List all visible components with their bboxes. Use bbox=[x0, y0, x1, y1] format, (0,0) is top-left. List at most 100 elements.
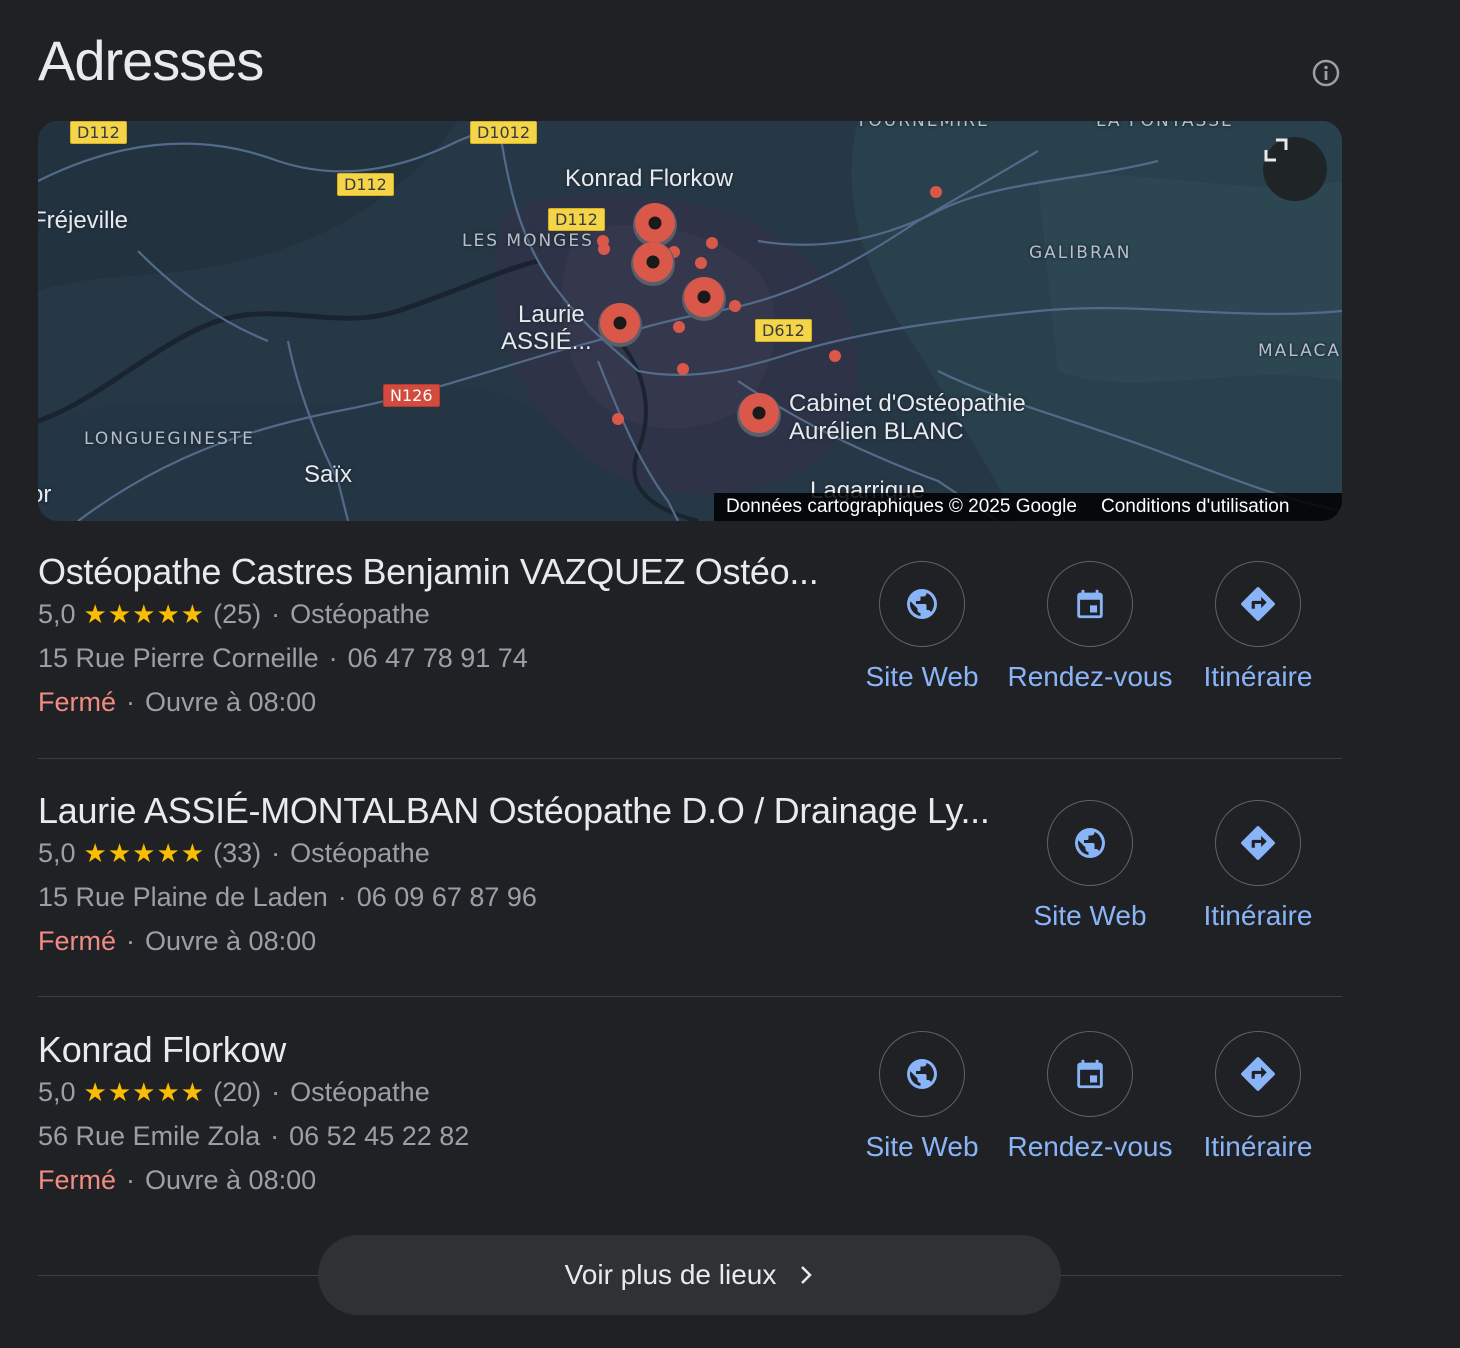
road-shield-d112: D112 bbox=[337, 173, 394, 196]
place-card[interactable]: Laurie ASSIÉ-MONTALBAN Ostéopathe D.O / … bbox=[38, 790, 1342, 970]
place-category: Ostéopathe bbox=[290, 599, 430, 629]
star-rating: ★★★★★ bbox=[83, 1077, 206, 1107]
map-label-konrad[interactable]: Konrad Florkow bbox=[565, 165, 733, 193]
separator: · bbox=[271, 838, 281, 868]
place-actions: Site Web Rendez-vous Itinéraire bbox=[838, 561, 1342, 711]
hours-row: Fermé · Ouvre à 08:00 bbox=[38, 1165, 316, 1196]
directions-button[interactable]: Itinéraire bbox=[1174, 1031, 1342, 1163]
appointment-label: Rendez-vous bbox=[1007, 661, 1173, 692]
road-shield-d612: D612 bbox=[755, 319, 812, 342]
place-actions: Site Web Rendez-vous Itinéraire bbox=[838, 1031, 1342, 1181]
globe-icon bbox=[907, 1059, 937, 1089]
appointment-circle bbox=[1047, 1031, 1133, 1117]
map-label-saix: Saïx bbox=[304, 461, 353, 488]
directions-label: Itinéraire bbox=[1203, 1131, 1313, 1162]
website-button[interactable]: Site Web bbox=[838, 561, 1006, 693]
place-address: 56 Rue Emile Zola bbox=[38, 1121, 261, 1151]
map-pin-laurie bbox=[598, 303, 642, 347]
status-closed: Fermé bbox=[38, 926, 117, 956]
map-label-edge-or: or bbox=[38, 481, 52, 508]
website-button[interactable]: Site Web bbox=[1006, 800, 1174, 932]
directions-icon bbox=[1241, 826, 1275, 860]
place-phone: 06 09 67 87 96 bbox=[356, 882, 537, 912]
hours-row: Fermé · Ouvre à 08:00 bbox=[38, 926, 316, 957]
rating-value: 5,0 bbox=[38, 599, 76, 629]
place-category: Ostéopathe bbox=[290, 1077, 430, 1107]
rating-row: 5,0 ★★★★★ (20) · Ostéopathe bbox=[38, 1077, 430, 1108]
info-icon[interactable] bbox=[1311, 58, 1341, 88]
map-label-cabinet-line2: Aurélien BLANC bbox=[789, 418, 964, 445]
calendar-icon bbox=[1077, 589, 1103, 619]
website-circle bbox=[1047, 800, 1133, 886]
website-button[interactable]: Site Web bbox=[838, 1031, 1006, 1163]
website-label: Site Web bbox=[865, 661, 979, 692]
map-label-les-monges: LES MONGES bbox=[462, 231, 594, 251]
terms-link[interactable]: Conditions d'utilisation bbox=[1101, 496, 1289, 518]
review-count[interactable]: (25) bbox=[213, 599, 261, 630]
status-closed: Fermé bbox=[38, 687, 117, 717]
place-phone: 06 47 78 91 74 bbox=[347, 643, 528, 673]
website-label: Site Web bbox=[1033, 900, 1147, 931]
separator: · bbox=[126, 687, 136, 717]
rating-row: 5,0 ★★★★★ (33) · Ostéopathe bbox=[38, 838, 430, 869]
place-address: 15 Rue Pierre Corneille bbox=[38, 643, 319, 673]
section-title: Adresses bbox=[38, 29, 264, 92]
map-pin-3 bbox=[682, 277, 726, 321]
place-name[interactable]: Ostéopathe Castres Benjamin VAZQUEZ Osté… bbox=[38, 551, 819, 593]
directions-circle bbox=[1215, 561, 1301, 647]
appointment-button[interactable]: Rendez-vous bbox=[1006, 561, 1174, 693]
road-shield-n126: N126 bbox=[383, 384, 440, 407]
rating-value: 5,0 bbox=[38, 1077, 76, 1107]
divider bbox=[38, 996, 1342, 997]
directions-circle bbox=[1215, 800, 1301, 886]
star-rating: ★★★★★ bbox=[83, 838, 206, 868]
separator: · bbox=[328, 643, 338, 673]
map-label-malaca: MALACA bbox=[1258, 341, 1341, 361]
expand-map-button[interactable] bbox=[1263, 137, 1327, 201]
website-label: Site Web bbox=[865, 1131, 979, 1162]
more-places-button[interactable]: Voir plus de lieux bbox=[318, 1235, 1061, 1315]
review-count[interactable]: (33) bbox=[213, 838, 261, 869]
chevron-right-icon bbox=[801, 1266, 813, 1284]
map-label-laurie-line2: ASSIÉ... bbox=[501, 328, 592, 355]
appointment-button[interactable]: Rendez-vous bbox=[1006, 1031, 1174, 1163]
star-rating: ★★★★★ bbox=[83, 599, 206, 629]
map-label-la-fontasse: LA FONTASSE bbox=[1096, 121, 1234, 131]
address-row: 15 Rue Plaine de Laden · 06 09 67 87 96 bbox=[38, 882, 537, 913]
address-row: 15 Rue Pierre Corneille · 06 47 78 91 74 bbox=[38, 643, 528, 674]
rating-row: 5,0 ★★★★★ (25) · Ostéopathe bbox=[38, 599, 430, 630]
map-label-cabinet-line1: Cabinet d'Ostéopathie bbox=[789, 390, 1026, 417]
map-label-galibran: GALIBRAN bbox=[1029, 243, 1132, 263]
map-label-laurie[interactable]: Laurie bbox=[518, 301, 585, 329]
directions-button[interactable]: Itinéraire bbox=[1174, 800, 1342, 932]
map-label-laurie-line1: Laurie bbox=[518, 301, 585, 328]
place-phone: 06 52 45 22 82 bbox=[289, 1121, 470, 1151]
place-name[interactable]: Konrad Florkow bbox=[38, 1029, 286, 1071]
separator: · bbox=[271, 599, 281, 629]
directions-icon bbox=[1241, 1057, 1275, 1091]
road-shield-d1012: D1012 bbox=[470, 121, 538, 144]
review-count[interactable]: (20) bbox=[213, 1077, 261, 1108]
separator: · bbox=[126, 926, 136, 956]
website-circle bbox=[879, 1031, 965, 1117]
separator: · bbox=[271, 1077, 281, 1107]
map-label-longuegineste: LONGUEGINESTE bbox=[84, 429, 255, 449]
place-card[interactable]: Ostéopathe Castres Benjamin VAZQUEZ Osté… bbox=[38, 551, 1342, 731]
directions-button[interactable]: Itinéraire bbox=[1174, 561, 1342, 693]
website-circle bbox=[879, 561, 965, 647]
map-label-cabinet[interactable]: Cabinet d'Ostéopathie Aurélien BLANC bbox=[789, 390, 1026, 446]
calendar-icon bbox=[1077, 1059, 1103, 1089]
directions-circle bbox=[1215, 1031, 1301, 1117]
more-places-label: Voir plus de lieux bbox=[564, 1259, 777, 1290]
expand-icon bbox=[1264, 138, 1288, 162]
place-card[interactable]: Konrad Florkow 5,0 ★★★★★ (20) · Ostéopat… bbox=[38, 1029, 1342, 1209]
directions-label: Itinéraire bbox=[1203, 900, 1313, 931]
place-address: 15 Rue Plaine de Laden bbox=[38, 882, 328, 912]
divider bbox=[38, 758, 1342, 759]
place-actions: Site Web Itinéraire bbox=[1006, 800, 1342, 950]
place-name[interactable]: Laurie ASSIÉ-MONTALBAN Ostéopathe D.O / … bbox=[38, 790, 990, 832]
address-row: 56 Rue Emile Zola · 06 52 45 22 82 bbox=[38, 1121, 469, 1152]
map-attribution-bar: Données cartographiques © 2025 Google Co… bbox=[714, 493, 1342, 521]
separator: · bbox=[337, 882, 347, 912]
map[interactable]: TOURNEMIRE LA FONTASSE Konrad Florkow Fr… bbox=[38, 121, 1342, 521]
